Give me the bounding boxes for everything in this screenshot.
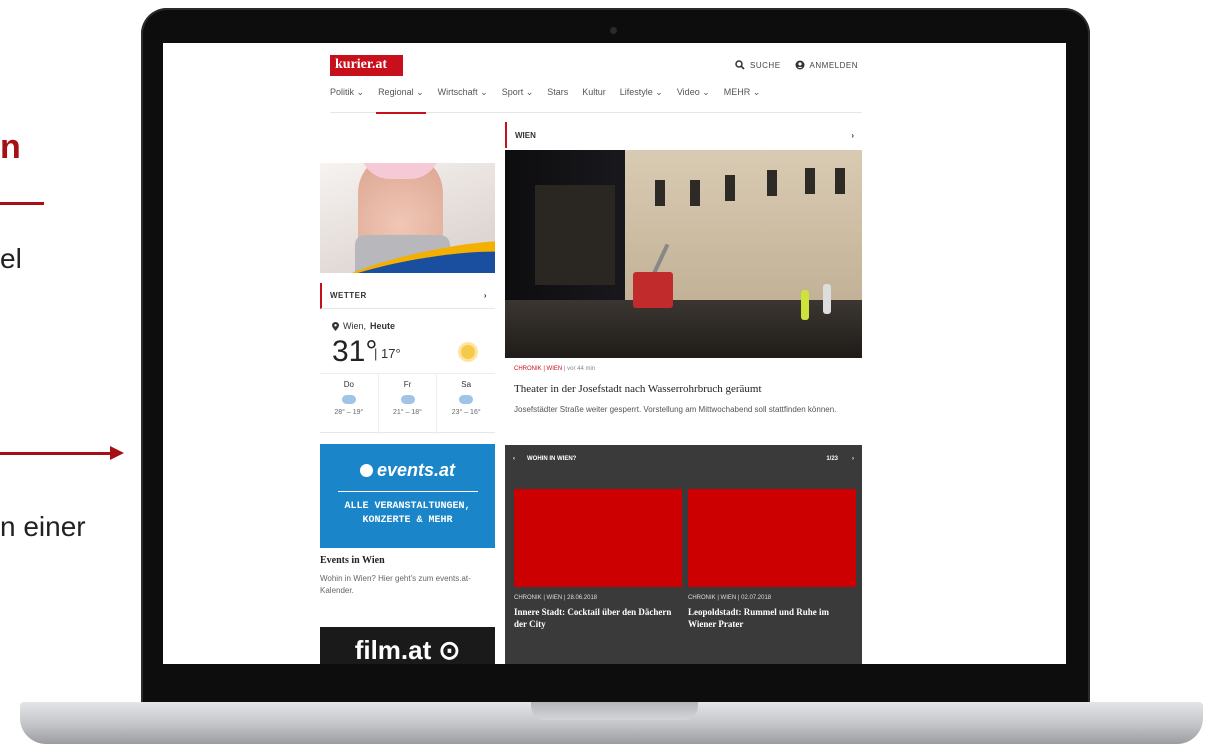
- card-meta: CHRONIK | WIEN | 28.06.2018: [514, 595, 598, 601]
- wohin-carousel: ‹ WOHIN IN WIEN? 1/23 › CHRONIK | WIEN |…: [505, 445, 862, 664]
- chevron-right-icon: ›: [483, 291, 487, 300]
- user-icon: [795, 60, 805, 70]
- events-title[interactable]: Events in Wien: [320, 555, 385, 566]
- login-button[interactable]: ANMELDEN: [795, 60, 858, 70]
- article-time: | vor 44 min: [563, 366, 596, 372]
- search-icon: [735, 60, 745, 70]
- carousel-counter: 1/23: [826, 455, 838, 462]
- article-category: CHRONIK | WIEN: [514, 366, 563, 372]
- weather-city: Wien,: [343, 321, 367, 331]
- card-image: [514, 489, 682, 587]
- forecast-range: 28° – 19°: [334, 409, 364, 416]
- article-meta: CHRONIK | WIEN | vor 44 min: [514, 366, 595, 372]
- hero-worker: [801, 290, 809, 320]
- search-label: SUCHE: [750, 60, 781, 70]
- camera-icon: [610, 27, 617, 34]
- ad-banner[interactable]: [320, 163, 495, 273]
- partly-cloudy-icon: [456, 391, 474, 404]
- weather-title: WETTER: [330, 291, 367, 300]
- hero-excavator: [633, 272, 673, 308]
- weather-today: Heute: [370, 321, 396, 331]
- rain-cloud-icon: [397, 391, 415, 404]
- weather-widget[interactable]: WETTER › Wien, Heute 31° | 17° Do 28° – …: [320, 283, 495, 434]
- nav-item-stars[interactable]: Stars: [547, 87, 568, 113]
- slide-arrow: [0, 452, 112, 455]
- laptop-screen: kurier.at SUCHE ANMELDEN Politik ⌄ Regio…: [163, 43, 1066, 664]
- events-logo: events.at: [320, 460, 495, 481]
- events-logo-text: events.at: [376, 460, 456, 480]
- forecast-range: 21° – 18°: [393, 409, 422, 416]
- weather-location: Wien, Heute: [332, 321, 495, 331]
- events-tagline-1: ALLE VERANSTALTUNGEN,: [344, 501, 471, 512]
- article-title[interactable]: Theater in der Josefstadt nach Wasserroh…: [514, 383, 854, 395]
- search-button[interactable]: SUCHE: [735, 60, 781, 70]
- hero-building-left: [535, 185, 615, 285]
- forecast-range: 23° – 16°: [451, 409, 481, 416]
- weather-temp: 31°: [332, 335, 378, 368]
- card-meta: CHRONIK | WIEN | 02.07.2018: [688, 595, 772, 601]
- nav-item-lifestyle[interactable]: Lifestyle ⌄: [620, 87, 663, 113]
- hero-image[interactable]: [505, 150, 862, 358]
- events-logo-icon: [359, 464, 373, 477]
- site-logo[interactable]: kurier.at: [330, 55, 403, 76]
- forecast-day: Fr 21° – 18°: [379, 374, 438, 434]
- card-title[interactable]: Innere Stadt: Cocktail über den Dächern …: [514, 606, 682, 630]
- forecast-day: Do 28° – 19°: [320, 374, 379, 434]
- weather-forecast: Do 28° – 19° Fr 21° – 18° Sa 23° – 16°: [320, 373, 495, 434]
- sun-icon: [461, 345, 475, 359]
- main-nav: Politik ⌄ Regional ⌄ Wirtschaft ⌄ Sport …: [330, 87, 862, 114]
- carousel-prev-icon[interactable]: ‹: [513, 456, 515, 462]
- card-image: [688, 489, 856, 587]
- hero-window: [767, 170, 777, 196]
- forecast-day-name: Do: [343, 380, 354, 389]
- weather-header[interactable]: WETTER ›: [320, 283, 495, 309]
- weather-low: | 17°: [374, 346, 401, 361]
- partly-cloudy-icon: [338, 391, 356, 404]
- nav-item-sport[interactable]: Sport ⌄: [502, 87, 534, 113]
- hero-window: [835, 168, 845, 194]
- hero-window: [805, 168, 815, 194]
- slide-text-fragment-2: n einer: [0, 511, 86, 542]
- events-banner[interactable]: events.at ALLE VERANSTALTUNGEN, KONZERTE…: [320, 444, 495, 548]
- carousel-title: WOHIN IN WIEN?: [527, 455, 577, 462]
- film-banner[interactable]: film.at ⊙: [320, 627, 495, 664]
- wien-section-header[interactable]: WIEN ›: [505, 122, 862, 148]
- forecast-day-name: Sa: [461, 380, 472, 389]
- chevron-right-icon: ›: [851, 130, 854, 140]
- hero-window: [725, 175, 735, 201]
- nav-item-kultur[interactable]: Kultur: [582, 87, 606, 113]
- carousel-next-icon[interactable]: ›: [852, 456, 854, 462]
- forecast-day: Sa 23° – 16°: [437, 374, 495, 434]
- carousel-bar: ‹ WOHIN IN WIEN? 1/23 ›: [505, 445, 862, 472]
- carousel-card[interactable]: CHRONIK | WIEN | 28.06.2018 Innere Stadt…: [514, 489, 682, 630]
- forecast-day-name: Fr: [403, 380, 412, 389]
- events-description: Wohin in Wien? Hier geht's zum events.at…: [320, 574, 471, 595]
- hero-worker: [823, 284, 831, 314]
- events-divider: [337, 491, 478, 492]
- slide-rule: [0, 202, 44, 205]
- hero-window: [655, 180, 665, 206]
- login-label: ANMELDEN: [809, 60, 858, 70]
- laptop-notch: [531, 702, 698, 720]
- location-pin-icon: [332, 321, 339, 331]
- slide-title-fragment: n: [0, 128, 21, 166]
- header-actions: SUCHE ANMELDEN: [735, 60, 858, 70]
- nav-item-video[interactable]: Video ⌄: [677, 87, 710, 113]
- card-title[interactable]: Leopoldstadt: Rummel und Ruhe im Wiener …: [688, 606, 856, 630]
- article-description: Josefstädter Straße weiter gesperrt. Vor…: [514, 405, 837, 414]
- nav-item-mehr[interactable]: MEHR ⌄: [724, 87, 761, 113]
- nav-item-politik[interactable]: Politik ⌄: [330, 87, 364, 113]
- arrowhead-icon: [110, 446, 124, 460]
- hero-window: [690, 180, 700, 206]
- slide-text-fragment: el: [0, 243, 22, 274]
- nav-item-regional[interactable]: Regional ⌄: [376, 87, 426, 114]
- nav-item-wirtschaft[interactable]: Wirtschaft ⌄: [438, 87, 488, 113]
- events-tagline-2: KONZERTE & MEHR: [362, 515, 453, 526]
- wien-section-title: WIEN: [515, 130, 536, 140]
- carousel-card[interactable]: CHRONIK | WIEN | 02.07.2018 Leopoldstadt…: [688, 489, 856, 630]
